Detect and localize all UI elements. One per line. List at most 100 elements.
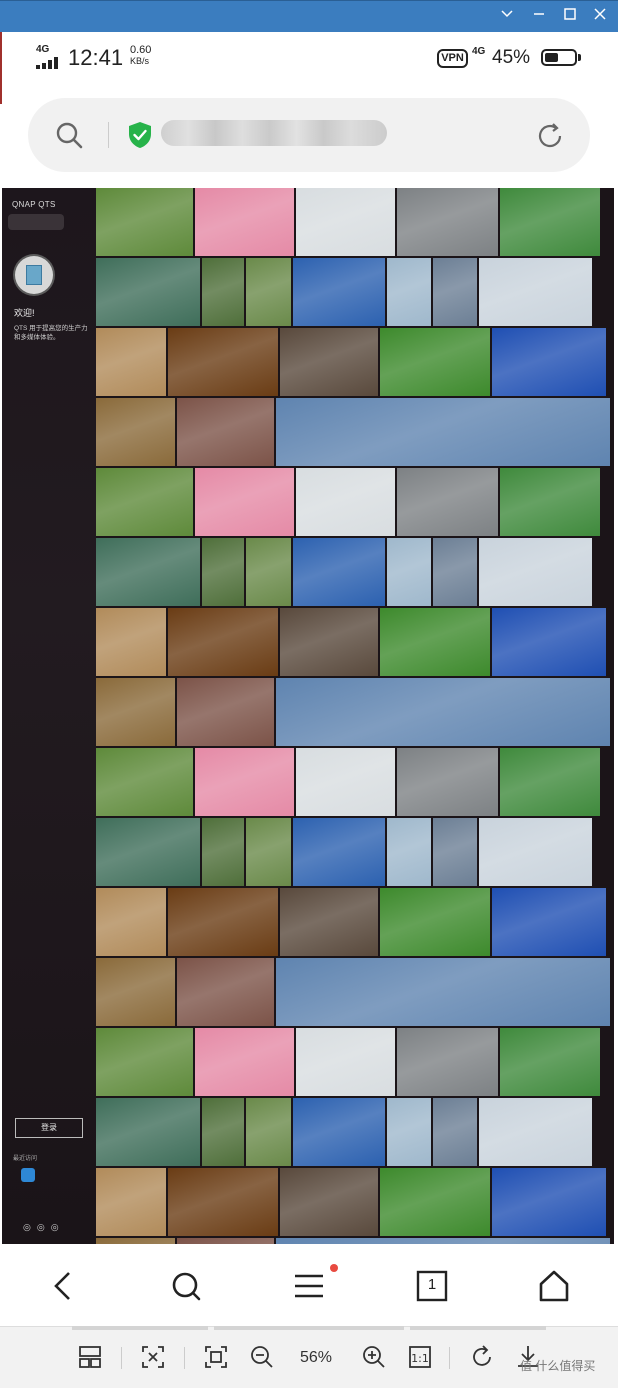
photo-thumbnail[interactable]	[433, 1098, 477, 1166]
photo-thumbnail[interactable]	[296, 188, 395, 256]
photo-thumbnail[interactable]	[96, 1168, 166, 1236]
photo-thumbnail[interactable]	[380, 608, 490, 676]
photo-thumbnail[interactable]	[195, 188, 294, 256]
search-icon[interactable]	[54, 120, 84, 150]
photo-thumbnail[interactable]	[168, 328, 278, 396]
address-bar[interactable]	[28, 98, 590, 172]
photo-thumbnail[interactable]	[195, 468, 294, 536]
photo-thumbnail[interactable]	[380, 1168, 490, 1236]
photo-thumbnail[interactable]	[177, 958, 274, 1026]
photo-thumbnail[interactable]	[96, 1098, 200, 1166]
photo-thumbnail[interactable]	[202, 258, 244, 326]
photo-thumbnail[interactable]	[280, 608, 378, 676]
photo-thumbnail[interactable]	[397, 188, 498, 256]
photo-thumbnail[interactable]	[96, 1028, 193, 1096]
photo-thumbnail[interactable]	[296, 1028, 395, 1096]
layout-icon[interactable]	[76, 1343, 104, 1371]
photo-thumbnail[interactable]	[195, 748, 294, 816]
back-icon[interactable]	[42, 1264, 86, 1308]
photo-station-icon[interactable]	[21, 1168, 35, 1182]
photo-thumbnail[interactable]	[293, 818, 385, 886]
photo-thumbnail[interactable]	[500, 748, 600, 816]
photo-thumbnail[interactable]	[397, 468, 498, 536]
photo-thumbnail[interactable]	[96, 608, 166, 676]
login-button[interactable]: 登录	[15, 1118, 83, 1138]
photo-thumbnail[interactable]	[96, 958, 175, 1026]
reload-icon[interactable]	[534, 120, 566, 152]
photo-thumbnail[interactable]	[492, 888, 606, 956]
photo-thumbnail[interactable]	[380, 888, 490, 956]
fit-to-window-icon[interactable]	[139, 1343, 167, 1371]
photo-thumbnail[interactable]	[168, 888, 278, 956]
photo-thumbnail[interactable]	[479, 818, 592, 886]
photo-thumbnail[interactable]	[195, 1028, 294, 1096]
photo-thumbnail[interactable]	[280, 328, 378, 396]
photo-thumbnail[interactable]	[276, 678, 610, 746]
photo-thumbnail[interactable]	[96, 328, 166, 396]
rotate-icon[interactable]	[468, 1343, 496, 1371]
photo-thumbnail[interactable]	[387, 538, 431, 606]
photo-thumbnail[interactable]	[202, 818, 244, 886]
photo-thumbnail[interactable]	[168, 1168, 278, 1236]
photo-thumbnail[interactable]	[280, 888, 378, 956]
photo-thumbnail[interactable]	[492, 1168, 606, 1236]
photo-thumbnail[interactable]	[246, 818, 291, 886]
photo-thumbnail[interactable]	[96, 678, 175, 746]
photo-thumbnail[interactable]	[96, 188, 193, 256]
photo-thumbnail[interactable]	[479, 258, 592, 326]
photo-thumbnail[interactable]	[296, 748, 395, 816]
photo-thumbnail[interactable]	[293, 538, 385, 606]
photo-thumbnail[interactable]	[479, 1098, 592, 1166]
photo-thumbnail[interactable]	[380, 328, 490, 396]
photo-thumbnail[interactable]	[202, 538, 244, 606]
menu-icon[interactable]	[287, 1264, 331, 1308]
photo-thumbnail[interactable]	[479, 538, 592, 606]
photo-thumbnail[interactable]	[96, 888, 166, 956]
photo-thumbnail[interactable]	[246, 538, 291, 606]
photo-thumbnail[interactable]	[387, 818, 431, 886]
zoom-out-icon[interactable]	[248, 1343, 276, 1371]
photo-thumbnail[interactable]	[246, 258, 291, 326]
photo-thumbnail[interactable]	[202, 1098, 244, 1166]
photo-thumbnail[interactable]	[500, 468, 600, 536]
photo-thumbnail[interactable]	[492, 328, 606, 396]
photo-thumbnail[interactable]	[280, 1168, 378, 1236]
photo-thumbnail[interactable]	[293, 258, 385, 326]
photo-thumbnail[interactable]	[296, 468, 395, 536]
footer-icons[interactable]: ◎◎◎	[23, 1222, 65, 1233]
tabs-icon[interactable]: 1	[410, 1264, 454, 1308]
photo-thumbnail[interactable]	[96, 468, 193, 536]
photo-thumbnail[interactable]	[293, 1098, 385, 1166]
photo-thumbnail[interactable]	[96, 538, 200, 606]
chevron-down-icon[interactable]	[496, 7, 518, 27]
shield-check-icon[interactable]	[127, 121, 153, 149]
photo-thumbnail[interactable]	[177, 678, 274, 746]
minimize-icon[interactable]	[528, 7, 550, 27]
photo-thumbnail[interactable]	[433, 818, 477, 886]
photo-thumbnail[interactable]	[433, 258, 477, 326]
photo-thumbnail[interactable]	[387, 1098, 431, 1166]
photo-thumbnail[interactable]	[96, 258, 200, 326]
photo-thumbnail[interactable]	[276, 958, 610, 1026]
photo-thumbnail[interactable]	[96, 398, 175, 466]
photo-thumbnail[interactable]	[246, 1098, 291, 1166]
photo-thumbnail[interactable]	[500, 1028, 600, 1096]
one-to-one-icon[interactable]: 1:1	[406, 1343, 434, 1371]
photo-thumbnail[interactable]	[96, 818, 200, 886]
photo-thumbnail[interactable]	[177, 398, 274, 466]
photo-thumbnail[interactable]	[492, 608, 606, 676]
photo-thumbnail[interactable]	[276, 398, 610, 466]
url-field[interactable]	[161, 120, 387, 146]
photo-thumbnail[interactable]	[397, 1028, 498, 1096]
photo-thumbnail[interactable]	[500, 188, 600, 256]
close-icon[interactable]	[589, 7, 611, 27]
photo-thumbnail[interactable]	[433, 538, 477, 606]
actual-size-icon[interactable]	[202, 1343, 230, 1371]
webpage-content[interactable]: QNAP QTS 欢迎! QTS 用于提高您的生产力和多媒体体验。 登录 最近访…	[2, 188, 614, 1244]
zoom-in-icon[interactable]	[360, 1343, 388, 1371]
maximize-icon[interactable]	[559, 7, 581, 27]
home-icon[interactable]	[532, 1264, 576, 1308]
photo-thumbnail[interactable]	[387, 258, 431, 326]
photo-thumbnail[interactable]	[397, 748, 498, 816]
search-icon[interactable]	[164, 1264, 208, 1308]
